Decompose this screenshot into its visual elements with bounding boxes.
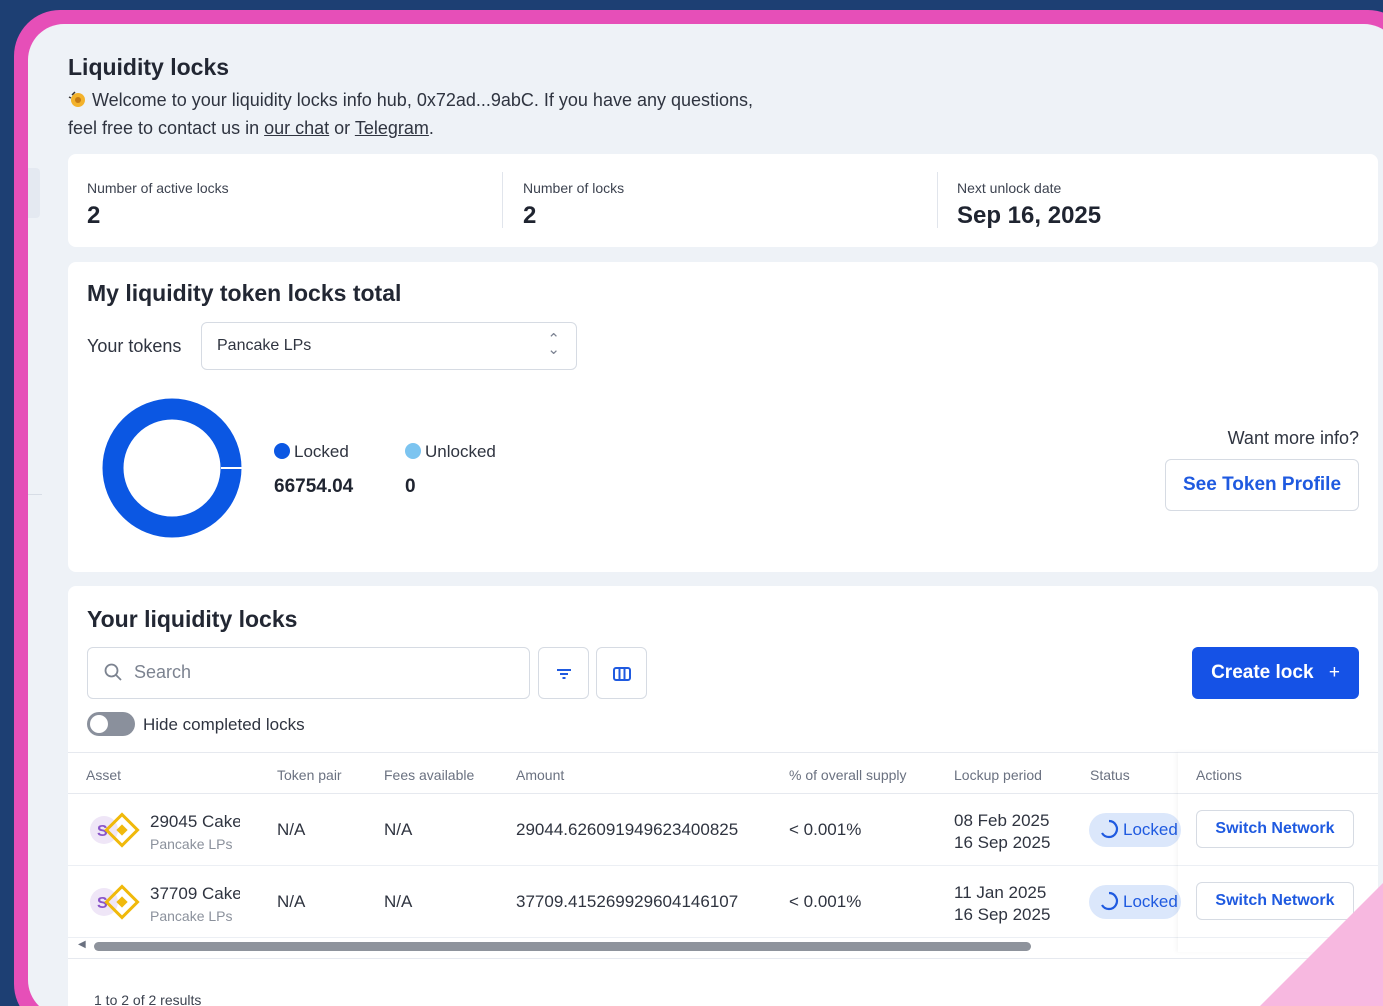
- welcome-message: Welcome to your liquidity locks info hub…: [68, 86, 768, 142]
- period-start: 11 Jan 2025: [954, 883, 1047, 902]
- column-header[interactable]: Status: [1090, 767, 1130, 783]
- stat-next-unlock: Next unlock date Sep 16, 2025: [957, 154, 1101, 247]
- see-token-profile-button[interactable]: See Token Profile: [1165, 459, 1359, 511]
- welcome-or: or: [329, 118, 355, 138]
- scrollbar-thumb[interactable]: [94, 942, 1031, 951]
- legend-value: 66754.04: [274, 476, 354, 497]
- horizontal-scrollbar[interactable]: ◀ ▶: [68, 936, 1378, 956]
- welcome-end: .: [428, 118, 434, 138]
- spinner-icon: [1101, 891, 1118, 911]
- supply-cell: < 0.001%: [789, 892, 862, 911]
- column-header[interactable]: Asset: [86, 767, 121, 783]
- sidebar-divider: [28, 494, 42, 495]
- results-count: 1 to 2 of 2 results: [94, 992, 202, 1006]
- fees-cell: N/A: [384, 892, 413, 911]
- create-lock-button[interactable]: Create lock +: [1192, 647, 1359, 699]
- amount-cell: 37709.415269929604146107: [516, 892, 739, 911]
- stat-value: Sep 16, 2025: [957, 202, 1102, 229]
- more-info-label: Want more info?: [1227, 428, 1359, 448]
- fees-cell: N/A: [384, 820, 413, 839]
- stat-divider: [937, 172, 938, 228]
- status-badge: Locked: [1089, 885, 1181, 919]
- supply-cell: < 0.001%: [789, 820, 862, 839]
- device-frame: Liquidity locks Welcome to your liquidit…: [14, 10, 1383, 1006]
- column-header[interactable]: Amount: [516, 767, 564, 783]
- asset-subtitle: Pancake LPs: [150, 836, 233, 852]
- lockup-period-cell: 08 Feb 2025 16 Sep 2025: [954, 810, 1050, 854]
- period-start: 08 Feb 2025: [954, 811, 1050, 830]
- cake-lp-pair-icon: S: [90, 884, 140, 920]
- create-lock-label: Create lock: [1211, 662, 1314, 683]
- legend-value: 0: [405, 476, 416, 497]
- hide-completed-label: Hide completed locks: [143, 715, 305, 734]
- period-end: 16 Sep 2025: [954, 833, 1051, 852]
- legend-unlocked: Unlocked 0: [405, 442, 496, 498]
- column-header[interactable]: % of overall supply: [789, 767, 907, 783]
- stat-number-of-locks: Number of locks 2: [523, 154, 624, 247]
- search-icon: [104, 663, 122, 681]
- stat-label: Number of locks: [523, 180, 625, 196]
- status-text: Locked: [1123, 820, 1178, 839]
- stat-value: 2: [523, 202, 537, 229]
- filter-icon: [557, 669, 571, 679]
- decorative-corner: [1250, 866, 1383, 1006]
- stat-divider: [502, 172, 503, 228]
- stats-card: Number of active locks 2 Number of locks…: [68, 154, 1378, 247]
- stat-label: Number of active locks: [87, 180, 229, 196]
- token-select-value: Pancake LPs: [217, 337, 312, 354]
- column-header[interactable]: Token pair: [277, 767, 342, 783]
- columns-button[interactable]: [596, 647, 647, 699]
- donut-locked-ring: [102, 398, 242, 538]
- token-select[interactable]: Pancake LPs ⌃ ⌄: [201, 322, 577, 370]
- legend-label: Locked: [294, 442, 349, 461]
- token-locks-total-card: My liquidity token locks total Your toke…: [68, 262, 1378, 572]
- search-placeholder: Search: [134, 662, 192, 682]
- spinner-icon: [1101, 819, 1118, 839]
- amount-cell: 29044.626091949623400825: [516, 820, 739, 839]
- sidebar-edge[interactable]: [28, 168, 40, 218]
- filter-button[interactable]: [538, 647, 589, 699]
- status-text: Locked: [1123, 892, 1178, 911]
- page-title: Liquidity locks: [68, 54, 230, 80]
- asset-subtitle: Pancake LPs: [150, 908, 233, 924]
- unlocked-dot-icon: [405, 443, 421, 459]
- status-badge: Locked: [1089, 813, 1181, 847]
- columns-icon: [613, 667, 631, 681]
- stat-label: Next unlock date: [957, 180, 1062, 196]
- chevron-up-down-icon: ⌃ ⌄: [547, 331, 560, 358]
- asset-name: 29045 Cake: [150, 812, 240, 831]
- token-pair-cell: N/A: [277, 820, 306, 839]
- app-screen: Liquidity locks Welcome to your liquidit…: [28, 24, 1383, 1006]
- lockup-period-cell: 11 Jan 2025 16 Sep 2025: [954, 882, 1050, 926]
- section-title: My liquidity token locks total: [87, 280, 402, 306]
- legend-locked: Locked 66754.04: [274, 442, 353, 498]
- our-chat-link[interactable]: our chat: [264, 118, 329, 138]
- locked-dot-icon: [274, 443, 290, 459]
- waving-hand-icon: [68, 91, 85, 107]
- liquidity-locks-card: Your liquidity locks Search Create lock …: [68, 586, 1378, 1006]
- search-input[interactable]: Search: [87, 647, 530, 699]
- section-title: Your liquidity locks: [87, 606, 298, 632]
- cake-lp-pair-icon: S: [90, 812, 140, 848]
- column-header[interactable]: Lockup period: [954, 767, 1042, 783]
- hide-completed-toggle-row: Hide completed locks: [87, 712, 305, 736]
- locked-donut-chart: [102, 398, 242, 538]
- column-header[interactable]: Fees available: [384, 767, 474, 783]
- asset-name: 37709 Cake: [150, 884, 240, 903]
- table-footer-divider: [68, 958, 1378, 959]
- scroll-left-icon[interactable]: ◀: [78, 939, 86, 950]
- token-pair-cell: N/A: [277, 892, 306, 911]
- tokens-label: Your tokens: [87, 336, 182, 356]
- period-end: 16 Sep 2025: [954, 905, 1051, 924]
- plus-icon: +: [1328, 662, 1340, 683]
- telegram-link[interactable]: Telegram: [355, 118, 429, 138]
- hide-completed-toggle[interactable]: [87, 712, 135, 736]
- stat-active-locks: Number of active locks 2: [87, 154, 229, 247]
- stat-value: 2: [87, 202, 101, 229]
- legend-label: Unlocked: [425, 442, 496, 461]
